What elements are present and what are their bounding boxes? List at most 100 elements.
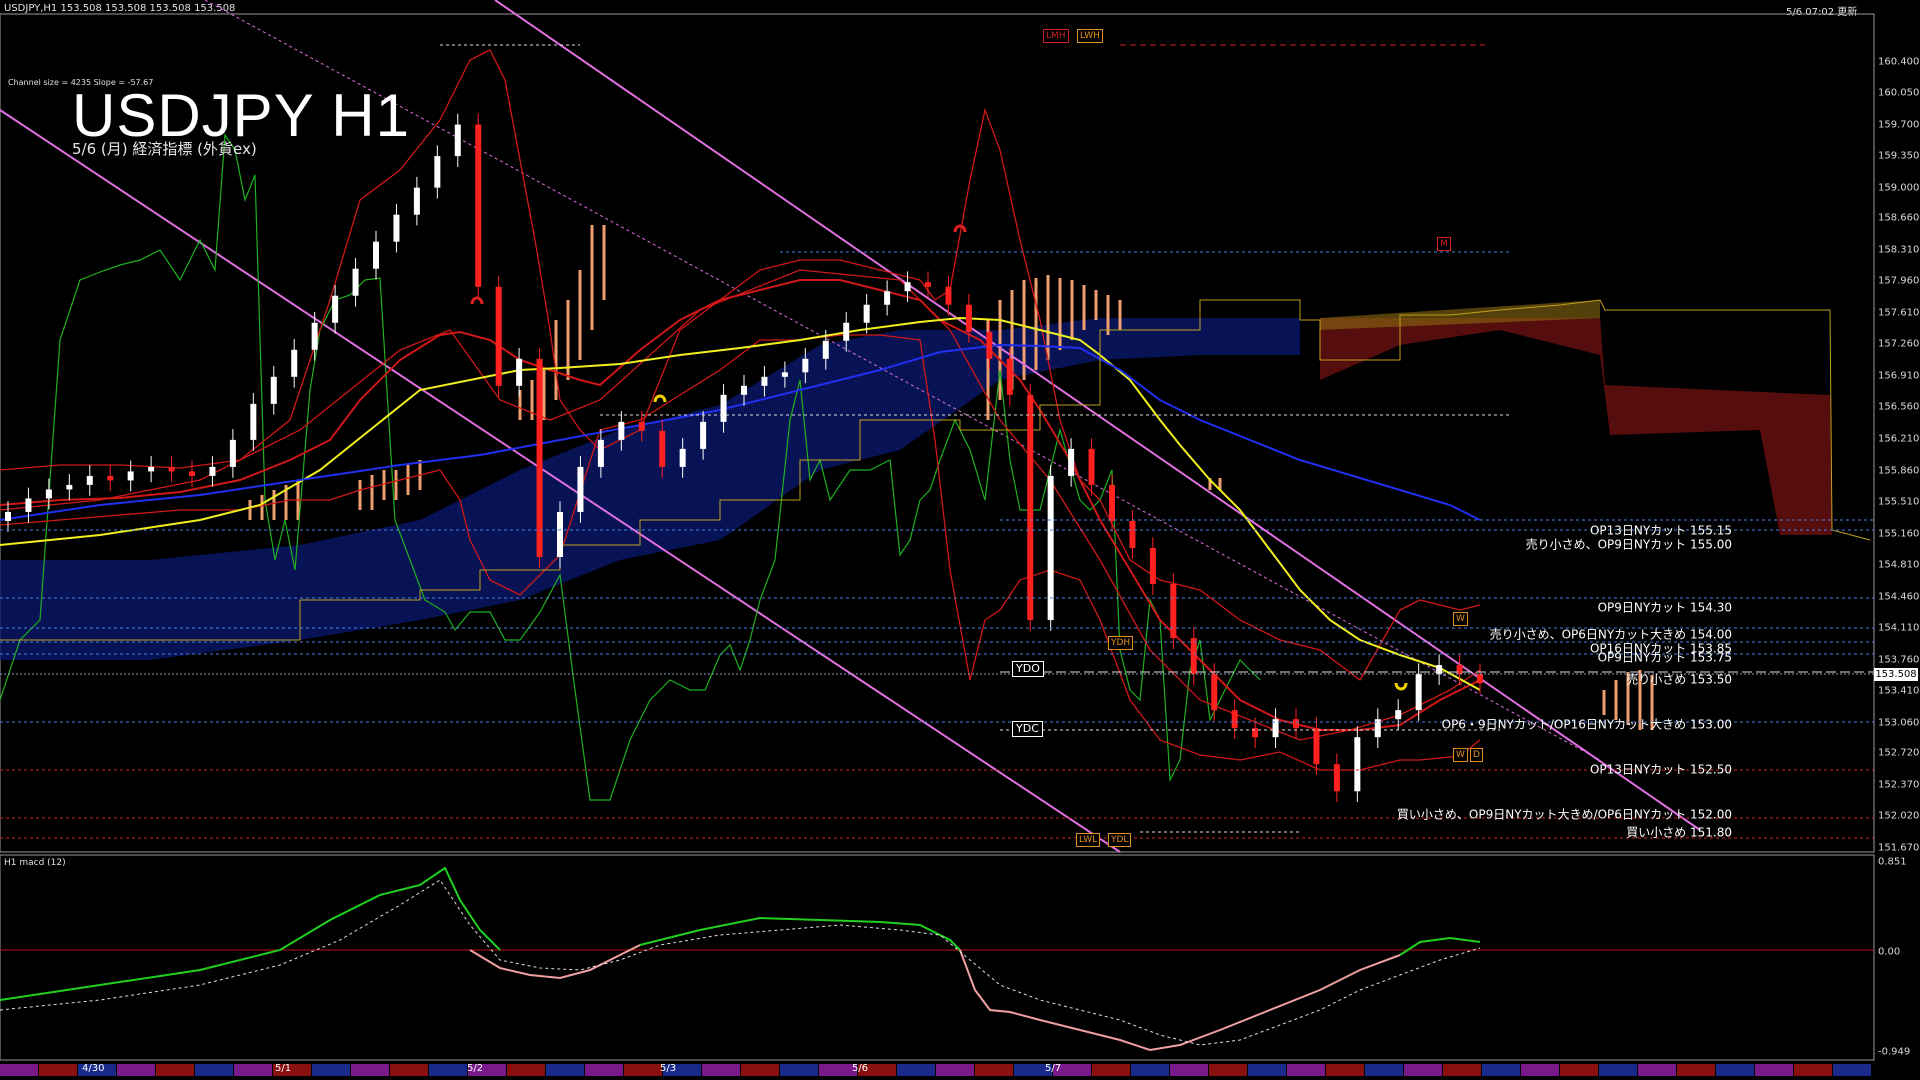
candle-body [454,124,461,157]
time-segment [702,1064,740,1076]
price-tick: 155.510 [1878,496,1920,508]
time-segment [1248,1064,1286,1076]
time-segment [507,1064,545,1076]
price-tick: 160.050 [1878,87,1920,99]
lwl-marker: LWL [1076,833,1101,847]
candle-body [1293,719,1299,729]
candle-body [311,322,318,350]
candle-body [107,475,114,481]
price-tick: 158.660 [1878,212,1920,224]
candle-body [475,124,482,287]
candle-body [1477,674,1483,684]
candle-body [189,471,195,476]
candle-body [884,291,891,305]
time-label: 5/3 [660,1063,677,1074]
macd-line-2 [639,916,961,951]
time-segment [1833,1064,1871,1076]
candle-body [1027,394,1034,621]
time-segment [1209,1064,1247,1076]
candle-body [904,282,911,292]
candle-body [1354,737,1361,792]
candle-body [557,511,563,558]
time-segment [1170,1064,1208,1076]
time-segment [1599,1064,1637,1076]
macd-label: H1 macd (12) [4,858,66,868]
candle-body [618,421,625,440]
time-segment [1560,1064,1598,1076]
price-tick: 155.860 [1878,465,1920,477]
price-tick: 159.000 [1878,182,1920,194]
candle-body [352,268,359,296]
candle-body [373,241,379,269]
chart-subtitle: 5/6 (月) 経済指標 (外貨ex) [72,140,257,158]
macd-tick: 0.851 [1878,856,1907,868]
candle-body [761,376,768,386]
candle-body [168,466,175,472]
time-segment [1755,1064,1793,1076]
candle-body [1395,710,1402,720]
price-tick: 152.020 [1878,810,1920,822]
ydc-marker: YDC [1012,721,1043,737]
candle-body [536,358,543,558]
time-segment [429,1064,467,1076]
price-tick: 153.060 [1878,717,1920,729]
candle-body [270,376,277,404]
candle-body [291,349,298,377]
time-segment [975,1064,1013,1076]
candle-body [925,282,931,287]
candle-body [781,372,788,377]
time-segment [351,1064,389,1076]
time-label: 4/30 [82,1063,105,1074]
time-label: 5/6 [852,1063,869,1074]
candle-body [86,475,93,485]
price-tick: 158.310 [1878,244,1920,256]
time-segment [117,1064,155,1076]
price-tick: 152.370 [1878,779,1920,791]
price-tick: 159.700 [1878,119,1920,131]
candle-body [1170,584,1177,639]
macd-line [0,866,501,1001]
candle-body [1006,358,1013,395]
price-tick: 157.610 [1878,307,1920,319]
price-tick: 156.910 [1878,370,1920,382]
candle-body [1313,728,1320,765]
level-label: OP9日NYカット 154.30 [1597,600,1732,615]
level-label: OP6・9日NYカット/OP16日NYカット大きめ 153.00 [1441,717,1732,732]
candle-body [597,439,604,467]
candle-body [1068,448,1075,476]
level-label: OP13日NYカット 152.50 [1589,762,1732,777]
candle-body [965,304,972,332]
candle-body [250,403,257,440]
time-segment [780,1064,818,1076]
time-segment [897,1064,935,1076]
price-tick: 151.670 [1878,842,1920,854]
price-tick: 157.260 [1878,338,1920,350]
candle-body [863,304,870,323]
macd-line-3 [959,949,1401,1052]
time-segment [0,1064,38,1076]
macd-line-4 [1399,936,1481,956]
candle-body [332,295,339,323]
level-label: 売り小さめ、OP9日NYカット 155.00 [1525,537,1732,552]
level-label: OP9日NYカット 153.75 [1597,650,1732,665]
time-segment [195,1064,233,1076]
time-segment [234,1064,272,1076]
candle-body [1190,638,1197,675]
d-marker: D [1470,748,1483,762]
price-tick: 154.460 [1878,591,1920,603]
price-tick: 152.720 [1878,747,1920,759]
time-segment [1482,1064,1520,1076]
time-segment [1638,1064,1676,1076]
time-label: 5/1 [275,1063,292,1074]
time-segment [1716,1064,1754,1076]
candle-body [1088,448,1095,485]
price-tick: 160.400 [1878,56,1920,67]
price-tick: 156.210 [1878,433,1920,445]
time-segment [1326,1064,1364,1076]
candle-body [5,511,11,521]
lmh-marker: LMH [1043,29,1069,43]
time-segment [1794,1064,1832,1076]
w-marker: W [1453,612,1468,626]
kumo-red [1320,300,1832,535]
candle-body [148,466,155,472]
